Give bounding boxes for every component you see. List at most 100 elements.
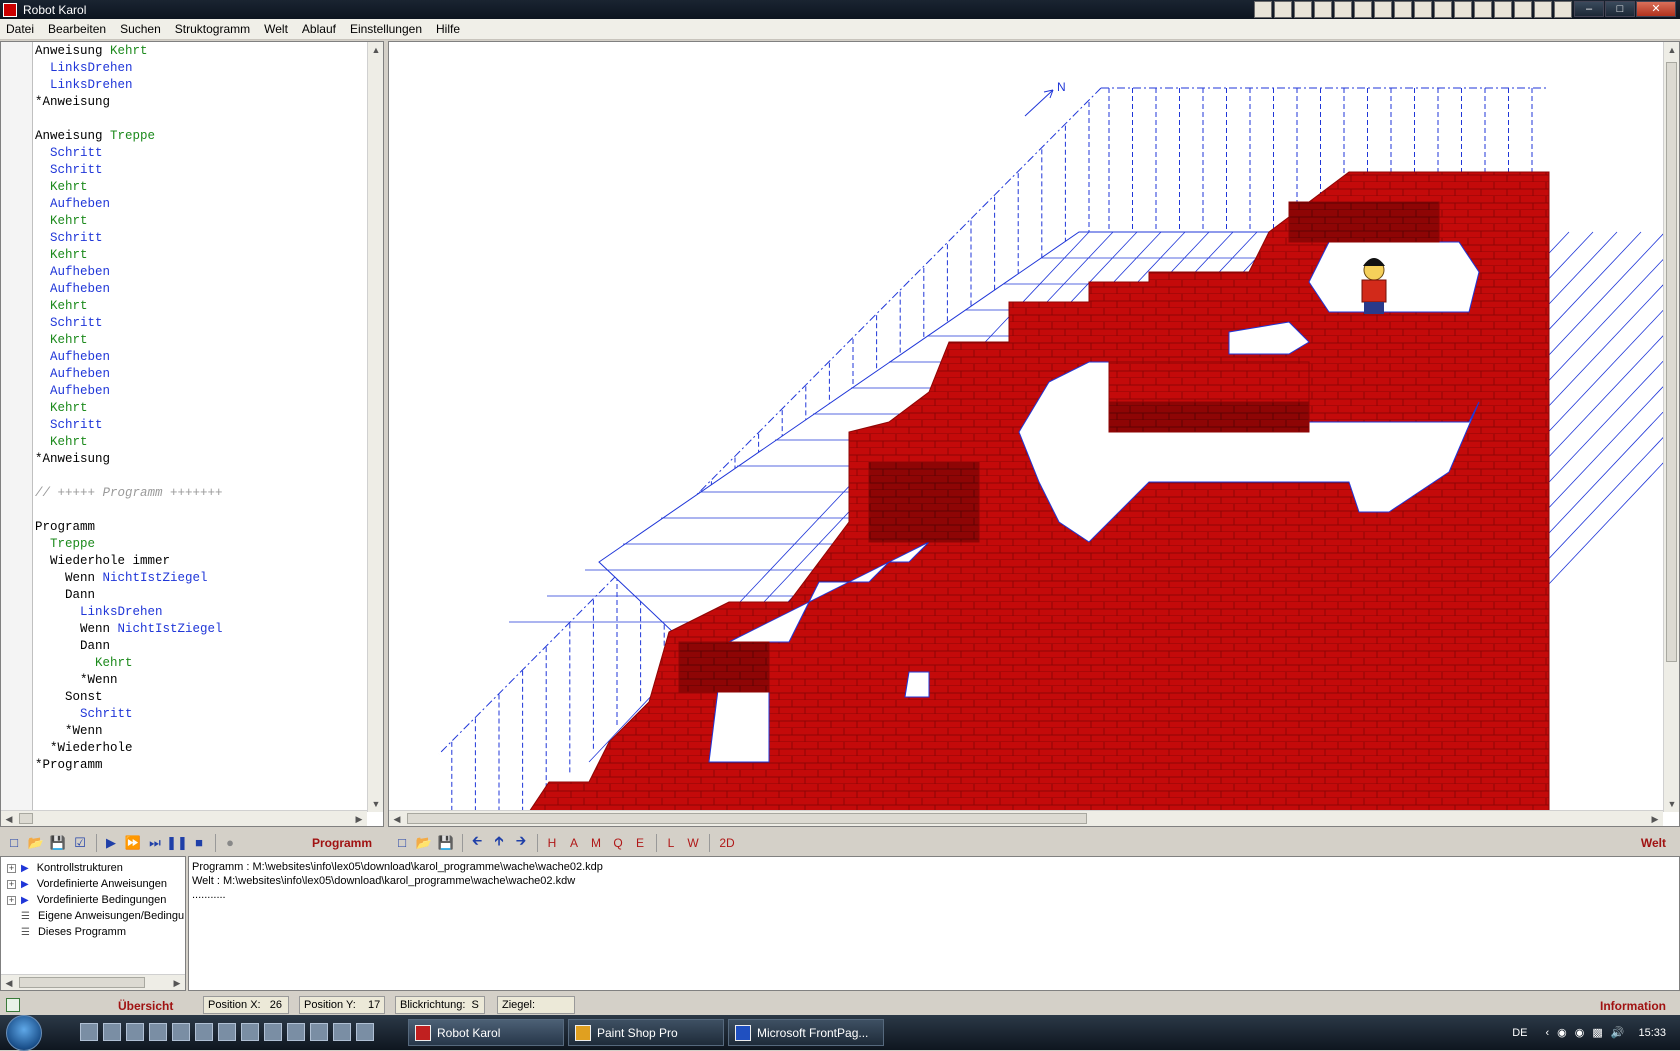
world-button-2d[interactable]: 2D xyxy=(714,833,740,853)
tree-item[interactable]: ☰ Dieses Programm xyxy=(1,924,185,940)
save-icon[interactable]: 💾 xyxy=(48,833,68,853)
scroll-down-icon[interactable]: ▼ xyxy=(368,796,384,812)
tree-item[interactable]: + ▶ Kontrollstrukturen xyxy=(1,860,185,876)
scroll-thumb[interactable] xyxy=(19,813,33,824)
menu-einstellungen[interactable]: Einstellungen xyxy=(344,22,430,36)
menu-hilfe[interactable]: Hilfe xyxy=(430,22,468,36)
world-button-q[interactable]: Q xyxy=(608,833,628,853)
quick-launch-icon[interactable] xyxy=(356,1023,374,1041)
tray-app-icon[interactable]: ◉ xyxy=(1557,1026,1567,1039)
world-button-e[interactable]: E xyxy=(630,833,650,853)
scroll-thumb[interactable] xyxy=(407,813,1087,824)
scroll-left-icon[interactable]: ◀ xyxy=(389,811,405,827)
world-vertical-scrollbar[interactable]: ▲ ▼ xyxy=(1663,42,1679,812)
tree-item[interactable]: + ▶ Vordefinierte Bedingungen xyxy=(1,892,185,908)
world-button-a[interactable]: A xyxy=(564,833,584,853)
start-button[interactable] xyxy=(6,1015,42,1051)
quick-launch-icon[interactable] xyxy=(80,1023,98,1041)
quick-icon[interactable] xyxy=(1494,1,1512,18)
world-button-w[interactable]: W xyxy=(683,833,703,853)
world-view[interactable]: N ▲ ▼ ◀ ▶ xyxy=(388,41,1680,827)
quick-icon[interactable] xyxy=(1354,1,1372,18)
network-icon[interactable]: ▩ xyxy=(1592,1026,1602,1039)
scroll-down-icon[interactable]: ▼ xyxy=(1664,796,1680,812)
pause-icon[interactable]: ❚❚ xyxy=(166,833,188,853)
quick-launch-icon[interactable] xyxy=(264,1023,282,1041)
fast-run-icon[interactable]: ⏩ xyxy=(123,833,143,853)
task-paint-shop-pro[interactable]: Paint Shop Pro xyxy=(568,1019,724,1046)
save-world-icon[interactable]: 💾 xyxy=(436,833,456,853)
quick-icon[interactable] xyxy=(1514,1,1532,18)
tree-item[interactable]: ☰ Eigene Anweisungen/Bedingu xyxy=(1,908,185,924)
menu-datei[interactable]: Datei xyxy=(0,22,42,36)
quick-launch-icon[interactable] xyxy=(310,1023,328,1041)
maximize-button[interactable]: □ xyxy=(1605,1,1635,17)
scroll-left-icon[interactable]: ◀ xyxy=(1,975,17,991)
step-forward-arrow-icon[interactable]: 🡱 xyxy=(489,833,509,853)
quick-launch-icon[interactable] xyxy=(195,1023,213,1041)
quick-launch-icon[interactable] xyxy=(218,1023,236,1041)
menu-suchen[interactable]: Suchen xyxy=(114,22,169,36)
scroll-left-icon[interactable]: ◀ xyxy=(1,811,17,827)
expand-icon[interactable]: + xyxy=(7,895,16,905)
code-text[interactable]: Anweisung Kehrt LinksDrehen LinksDrehen *… xyxy=(35,43,365,811)
quick-icon[interactable] xyxy=(1454,1,1472,18)
quick-launch-icon[interactable] xyxy=(333,1023,351,1041)
tray-app-icon[interactable]: ◉ xyxy=(1575,1026,1585,1039)
quick-icon[interactable] xyxy=(1294,1,1312,18)
quick-icon[interactable] xyxy=(1254,1,1272,18)
scroll-right-icon[interactable]: ▶ xyxy=(351,811,367,827)
quick-icon[interactable] xyxy=(1474,1,1492,18)
scroll-up-icon[interactable]: ▲ xyxy=(1664,42,1680,58)
quick-launch-icon[interactable] xyxy=(241,1023,259,1041)
menu-welt[interactable]: Welt xyxy=(258,22,296,36)
stop-icon[interactable]: ■ xyxy=(189,833,209,853)
quick-launch-icon[interactable] xyxy=(149,1023,167,1041)
turn-right-arrow-icon[interactable]: 🡲 xyxy=(511,833,531,853)
run-icon[interactable]: ▶ xyxy=(101,833,121,853)
quick-icon[interactable] xyxy=(1334,1,1352,18)
information-label[interactable]: Information xyxy=(1600,999,1666,1013)
quick-icon[interactable] xyxy=(1534,1,1552,18)
step-icon[interactable]: ⏭ xyxy=(145,833,165,853)
new-file-icon[interactable]: □ xyxy=(4,833,24,853)
quick-icon[interactable] xyxy=(1394,1,1412,18)
task-frontpage[interactable]: Microsoft FrontPag... xyxy=(728,1019,884,1046)
scroll-right-icon[interactable]: ▶ xyxy=(1647,811,1663,827)
language-indicator[interactable]: DE xyxy=(1512,1027,1527,1039)
scroll-thumb[interactable] xyxy=(1666,62,1677,662)
world-horizontal-scrollbar[interactable]: ◀ ▶ xyxy=(389,810,1663,826)
open-folder-icon[interactable]: 📂 xyxy=(26,833,46,853)
tray-chevron-icon[interactable]: ‹ xyxy=(1545,1027,1549,1039)
scroll-thumb[interactable] xyxy=(19,977,145,988)
check-syntax-icon[interactable]: ☑ xyxy=(70,833,90,853)
scroll-up-icon[interactable]: ▲ xyxy=(368,42,384,58)
task-robot-karol[interactable]: Robot Karol xyxy=(408,1019,564,1046)
world-button-l[interactable]: L xyxy=(661,833,681,853)
command-tree[interactable]: + ▶ Kontrollstrukturen + ▶ Vordefinierte Anwe… xyxy=(0,856,186,991)
quick-launch-icon[interactable] xyxy=(103,1023,121,1041)
quick-launch-icon[interactable] xyxy=(172,1023,190,1041)
quick-icon[interactable] xyxy=(1274,1,1292,18)
clock[interactable]: 15:33 xyxy=(1638,1027,1666,1039)
status-icon[interactable] xyxy=(6,998,20,1012)
expand-icon[interactable]: + xyxy=(7,879,16,889)
minimize-button[interactable]: – xyxy=(1574,1,1604,17)
quick-icon[interactable] xyxy=(1554,1,1572,18)
overview-label[interactable]: Übersicht xyxy=(118,999,173,1013)
new-world-icon[interactable]: □ xyxy=(392,833,412,853)
expand-icon[interactable]: + xyxy=(7,863,16,873)
code-editor[interactable]: Anweisung Kehrt LinksDrehen LinksDrehen *… xyxy=(0,41,384,827)
tree-horizontal-scrollbar[interactable]: ◀ ▶ xyxy=(1,974,185,990)
menu-bearbeiten[interactable]: Bearbeiten xyxy=(42,22,114,36)
menu-ablauf[interactable]: Ablauf xyxy=(296,22,344,36)
quick-launch-icon[interactable] xyxy=(287,1023,305,1041)
menu-struktogramm[interactable]: Struktogramm xyxy=(169,22,258,36)
turn-left-arrow-icon[interactable]: 🡰 xyxy=(467,833,487,853)
tree-item[interactable]: + ▶ Vordefinierte Anweisungen xyxy=(1,876,185,892)
quick-icon[interactable] xyxy=(1434,1,1452,18)
quick-launch-icon[interactable] xyxy=(126,1023,144,1041)
world-button-m[interactable]: M xyxy=(586,833,606,853)
breakpoint-icon[interactable]: ● xyxy=(220,833,240,853)
world-button-h[interactable]: H xyxy=(542,833,562,853)
